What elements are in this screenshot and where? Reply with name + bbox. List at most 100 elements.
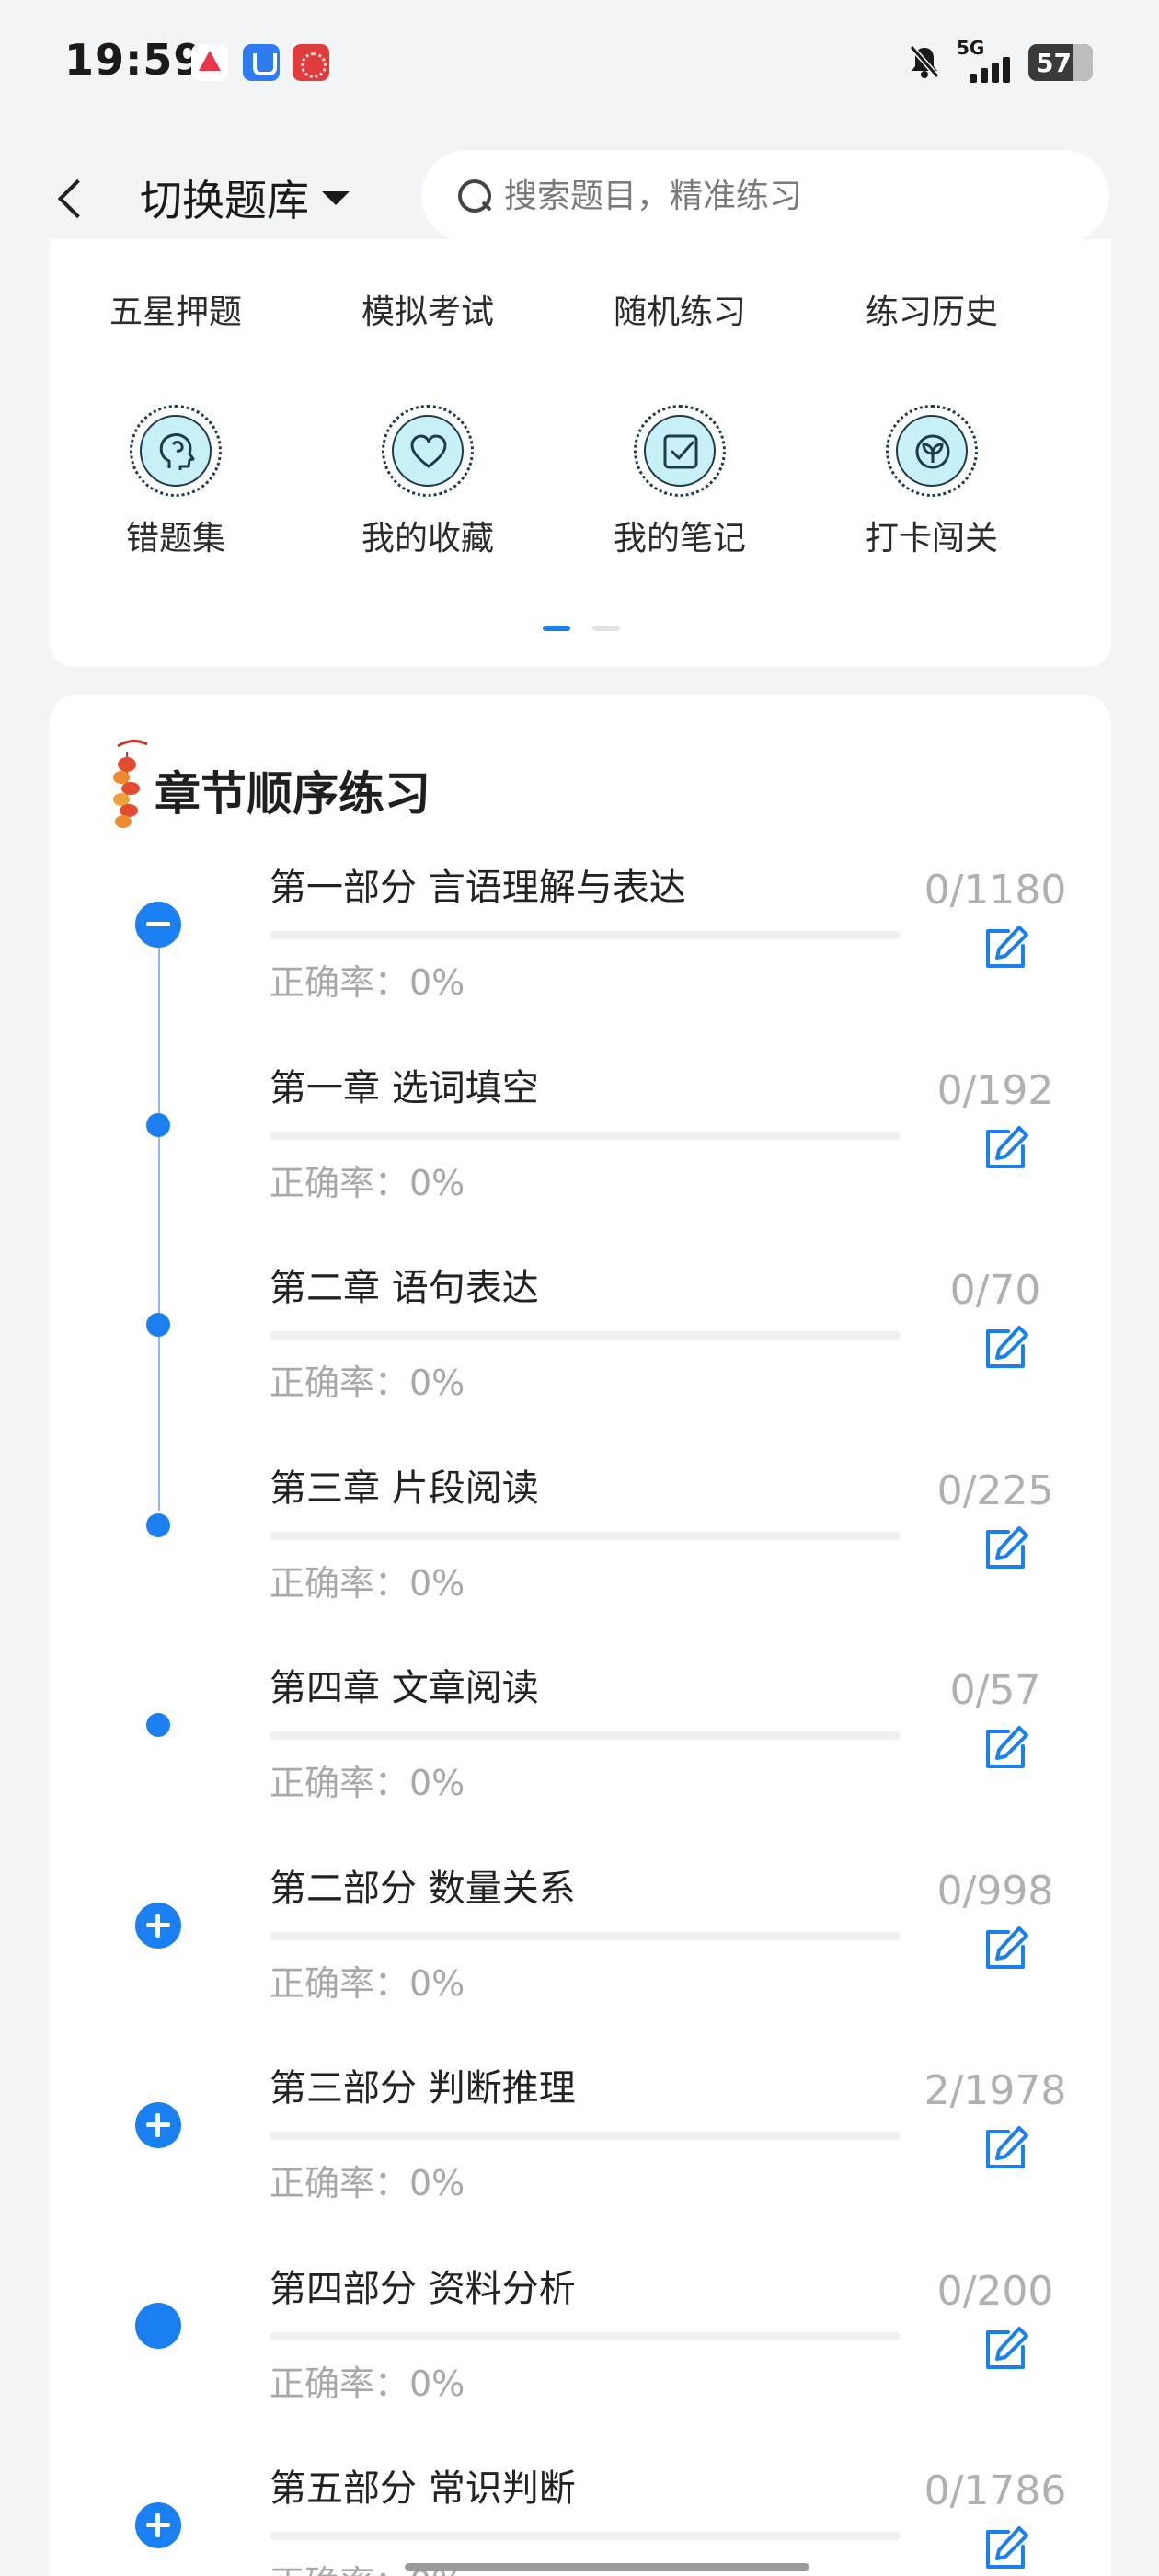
edit-practice-icon[interactable] xyxy=(981,1324,1030,1374)
timeline-dot xyxy=(146,1512,170,1537)
progress-bar xyxy=(270,1731,901,1740)
chapter-row[interactable]: 第三部分 判断推理 正确率：0% 2/1978 xyxy=(50,2058,1111,2258)
progress-bar xyxy=(270,2132,901,2140)
shortcut-label: 错题集 xyxy=(125,520,225,558)
question-count: 2/1978 xyxy=(924,2067,1067,2114)
chapter-row[interactable]: 第五部分 常识判断正确率：0%0/1786 xyxy=(50,2458,1111,2576)
progress-bar xyxy=(270,1931,901,1940)
shortcut-wrong-questions[interactable]: 错题集 xyxy=(50,405,302,559)
chapter-row[interactable]: 第三章 片段阅读 正确率：0% 0/225 xyxy=(50,1458,1111,1658)
page-dot xyxy=(592,626,620,631)
bell-muted-icon xyxy=(909,45,940,78)
question-count: 0/225 xyxy=(936,1466,1054,1514)
chapter-name: 第四部分 资料分析 xyxy=(270,2267,576,2310)
chapter-name: 第五部分 常识判断 xyxy=(270,2467,576,2510)
page-indicator xyxy=(50,626,1111,633)
edit-practice-icon[interactable] xyxy=(981,1925,1030,1974)
shortcut-notes[interactable]: 我的笔记 xyxy=(554,405,806,559)
edit-practice-icon[interactable] xyxy=(981,2524,1030,2574)
battery-level: 57 xyxy=(1036,48,1072,78)
shortcut-checkin[interactable]: 打卡闯关 xyxy=(806,405,1058,559)
shortcut-mock-exam[interactable]: 模拟考试 xyxy=(302,285,554,333)
shortcut-label: 练习历史 xyxy=(865,293,998,331)
expand-icon[interactable] xyxy=(135,2102,181,2148)
signal-icon xyxy=(962,52,1017,83)
app-notification-icon xyxy=(243,44,280,81)
shortcut-label: 模拟考试 xyxy=(361,293,494,331)
chapter-practice-card: 章节顺序练习 第一部分 言语理解与表达 正确率：0% 0/1180 第一章 选词填空正… xyxy=(50,695,1111,2576)
chapter-row[interactable]: 第四章 文章阅读 正确率：0% 0/57 xyxy=(50,1658,1111,1857)
chapter-name: 第三章 片段阅读 xyxy=(270,1466,539,1510)
app-notification-icon xyxy=(191,44,228,81)
page-dot-active xyxy=(543,626,570,631)
expand-icon[interactable] xyxy=(135,1902,181,1949)
accuracy-rate: 正确率：0% xyxy=(270,2163,465,2203)
chapter-row[interactable]: 第一章 选词填空 正确率：0% 0/192 xyxy=(50,1058,1111,1258)
chapter-row[interactable]: 第二章 语句表达 正确率：0% 0/70 xyxy=(50,1258,1111,1457)
shortcut-grid: 五星押题 模拟考试 随机练习 练习历史 错题集 我的收藏 我的笔记 打卡闯关 xyxy=(50,239,1111,667)
status-bar: 19:59 5G 57 xyxy=(0,0,1159,124)
shortcut-label: 五星押题 xyxy=(109,293,242,331)
progress-bar xyxy=(270,1131,901,1140)
switch-bank-label: 切换题库 xyxy=(140,176,309,225)
chapter-name: 第二部分 数量关系 xyxy=(270,1867,576,1910)
shortcut-random-practice[interactable]: 随机练习 xyxy=(554,285,806,333)
caret-down-icon xyxy=(322,190,350,205)
app-notification-icon xyxy=(293,44,329,81)
shortcut-label: 我的笔记 xyxy=(613,520,746,558)
accuracy-rate: 正确率：0% xyxy=(270,1763,465,1803)
progress-bar xyxy=(270,2532,901,2540)
search-bar[interactable] xyxy=(421,150,1109,242)
search-input[interactable] xyxy=(504,177,1056,215)
sprout-icon xyxy=(886,405,978,497)
accuracy-rate: 正确率：0% xyxy=(270,1363,465,1403)
accuracy-rate: 正确率：0% xyxy=(270,1162,465,1203)
question-count: 0/192 xyxy=(936,1066,1054,1114)
shortcut-five-star[interactable]: 五星押题 xyxy=(50,285,302,333)
shortcut-label: 随机练习 xyxy=(613,293,746,331)
edit-practice-icon[interactable] xyxy=(981,1124,1030,1174)
home-indicator[interactable] xyxy=(405,2563,809,2571)
question-count: 0/1786 xyxy=(924,2467,1067,2514)
timeline-node-icon[interactable] xyxy=(135,2302,181,2349)
shortcut-label: 打卡闯关 xyxy=(865,520,998,558)
timeline-dot xyxy=(146,1713,170,1737)
edit-practice-icon[interactable] xyxy=(981,1524,1030,1574)
accuracy-rate: 正确率：0% xyxy=(270,1562,465,1604)
chapter-row[interactable]: 第二部分 数量关系 正确率：0% 0/998 xyxy=(50,1858,1111,2058)
section-title: 章节顺序练习 xyxy=(155,767,430,821)
shortcut-label: 我的收藏 xyxy=(361,520,494,558)
expand-icon[interactable] xyxy=(135,2502,181,2548)
edit-practice-icon[interactable] xyxy=(981,924,1030,973)
progress-bar xyxy=(270,2331,901,2340)
shortcut-history[interactable]: 练习历史 xyxy=(806,285,1058,333)
question-count: 0/1180 xyxy=(924,867,1067,914)
progress-bar xyxy=(270,1531,901,1540)
chapter-name: 第三部分 判断推理 xyxy=(270,2067,576,2110)
timeline-dot xyxy=(146,1313,170,1337)
edit-practice-icon[interactable] xyxy=(981,1724,1030,1774)
chapter-name: 第二章 语句表达 xyxy=(270,1267,539,1309)
switch-bank-dropdown[interactable]: 切换题库 xyxy=(140,168,350,227)
question-count: 0/57 xyxy=(949,1667,1041,1714)
search-icon xyxy=(456,178,493,214)
accuracy-rate: 正确率：0% xyxy=(270,2363,465,2404)
chapter-row[interactable]: 第一部分 言语理解与表达 正确率：0% 0/1180 xyxy=(50,857,1111,1057)
heart-icon xyxy=(382,405,474,497)
shortcut-favorites[interactable]: 我的收藏 xyxy=(302,405,554,559)
back-button[interactable] xyxy=(51,170,97,225)
accuracy-rate: 正确率：0% xyxy=(270,1962,465,2004)
head-icon xyxy=(130,405,222,497)
question-count: 0/200 xyxy=(936,2267,1054,2315)
chapter-row[interactable]: 第四部分 资料分析 正确率：0% 0/200 xyxy=(50,2259,1111,2458)
edit-practice-icon[interactable] xyxy=(981,2325,1030,2375)
edit-practice-icon[interactable] xyxy=(981,2124,1030,2174)
accuracy-rate: 正确率：0% xyxy=(270,962,465,1003)
firecracker-icon xyxy=(113,740,148,828)
question-count: 0/70 xyxy=(949,1267,1041,1314)
progress-bar xyxy=(270,1331,901,1340)
question-count: 0/998 xyxy=(936,1867,1054,1915)
chapter-name: 第一部分 言语理解与表达 xyxy=(270,867,686,909)
progress-bar xyxy=(270,931,901,939)
collapse-icon[interactable] xyxy=(135,902,181,948)
